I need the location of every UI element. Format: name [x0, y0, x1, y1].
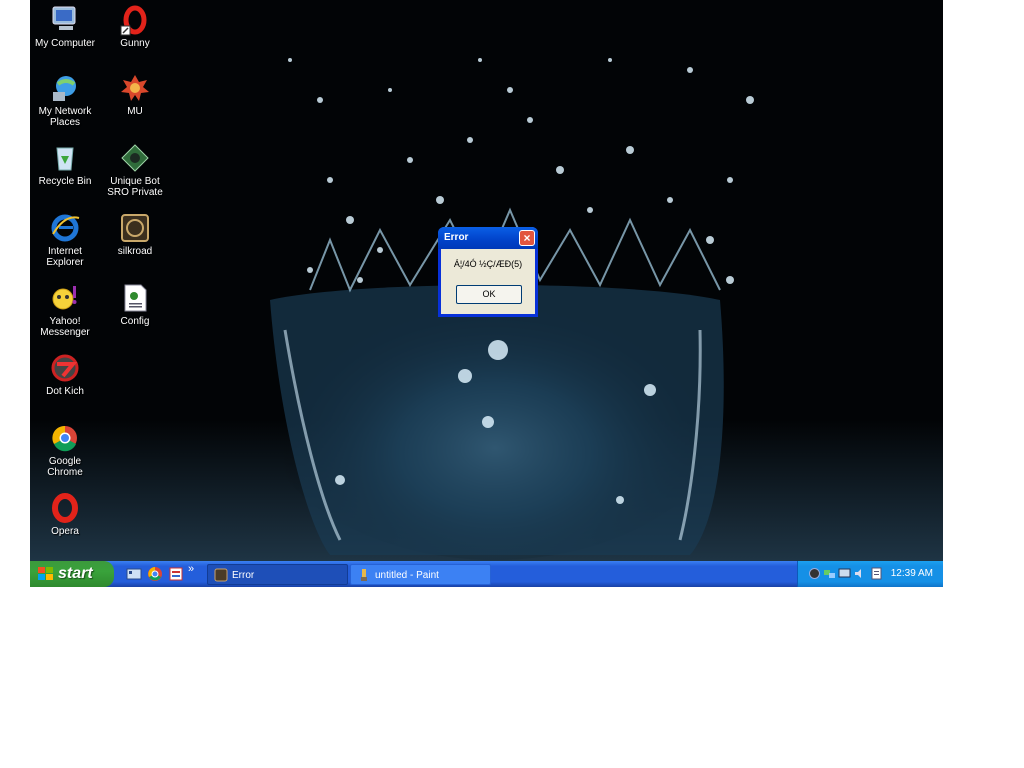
desktop-icon-label: Internet Explorer: [46, 246, 84, 268]
document-icon[interactable]: [870, 567, 883, 580]
desktop-icon-unique-bot[interactable]: Unique Bot SRO Private: [100, 142, 170, 198]
error-app-icon: [214, 568, 228, 582]
desktop-icon-opera[interactable]: Opera: [30, 492, 100, 537]
yahoo-messenger-icon: [49, 282, 81, 314]
desktop-icon-config[interactable]: Config: [100, 282, 170, 327]
desktop-icon-internet-explorer[interactable]: Internet Explorer: [30, 212, 100, 268]
desktop-screen: My Computer My Network Places Recycle Bi…: [30, 0, 943, 587]
desktop-icon-label: Recycle Bin: [38, 176, 92, 187]
dot-kich-icon: [49, 352, 81, 384]
show-desktop-icon[interactable]: [126, 566, 142, 582]
task-label: Error: [232, 570, 255, 581]
recycle-bin-icon: [49, 142, 81, 174]
speaker-icon[interactable]: [853, 567, 866, 580]
error-dialog: Error × Á¦/4Ó ½Ç/ÆÐ(5) OK: [438, 227, 538, 317]
app-icon[interactable]: [168, 566, 184, 582]
desktop-icon-label: Dot Kich: [46, 386, 84, 397]
opera-icon: [49, 492, 81, 524]
paint-icon: [361, 569, 367, 581]
desktop-icon-dot-kich[interactable]: Dot Kich: [30, 352, 100, 397]
windows-flag-icon: [38, 567, 53, 580]
ok-button[interactable]: OK: [456, 285, 522, 304]
monitor-icon[interactable]: [838, 567, 851, 580]
mu-game-icon: [119, 72, 151, 104]
my-computer-icon: [49, 4, 81, 36]
desktop-icon-google-chrome[interactable]: Google Chrome: [30, 422, 100, 478]
opera-o-icon: [119, 4, 151, 36]
desktop-icon-label: Opera: [51, 526, 79, 537]
desktop-icon-label: Yahoo! Messenger: [40, 316, 90, 338]
desktop-icon-label: My Computer: [34, 38, 95, 49]
desktop-icon-mu[interactable]: MU: [100, 72, 170, 117]
taskbar: start » Error untitled - Paint 12:39 AM: [30, 561, 943, 587]
bot-icon: [119, 142, 151, 174]
desktop-icon-silkroad[interactable]: silkroad: [100, 212, 170, 257]
clock: 12:39 AM: [890, 568, 933, 579]
quick-launch-chevron[interactable]: »: [188, 563, 194, 575]
network-icon[interactable]: [823, 567, 836, 580]
desktop-icon-label: Gunny: [120, 38, 150, 49]
desktop-icon-my-computer[interactable]: My Computer: [30, 4, 100, 49]
config-file-icon: [119, 282, 151, 314]
task-label: untitled - Paint: [375, 570, 439, 581]
dialog-title: Error: [444, 232, 469, 243]
desktop-icon-label: Unique Bot SRO Private: [107, 176, 163, 198]
desktop-icon-recycle-bin[interactable]: Recycle Bin: [30, 142, 100, 187]
dialog-titlebar[interactable]: Error ×: [438, 227, 538, 249]
start-button[interactable]: start: [30, 561, 114, 587]
chrome-icon: [49, 422, 81, 454]
desktop-icon-network-places[interactable]: My Network Places: [30, 72, 100, 128]
task-button-paint[interactable]: untitled - Paint: [350, 564, 491, 585]
desktop-icon-gunny[interactable]: Gunny: [100, 4, 170, 49]
close-icon[interactable]: ×: [519, 230, 535, 246]
desktop-icon-label: MU: [127, 106, 143, 117]
desktop-icon-label: My Network Places: [38, 106, 92, 128]
dialog-message: Á¦/4Ó ½Ç/ÆÐ(5): [453, 259, 523, 269]
desktop-icon-yahoo-messenger[interactable]: Yahoo! Messenger: [30, 282, 100, 338]
start-label: start: [58, 565, 93, 582]
network-places-icon: [49, 72, 81, 104]
internet-explorer-icon: [49, 212, 81, 244]
desktop-icon-label: Config: [120, 316, 150, 327]
system-tray: 12:39 AM: [797, 561, 943, 587]
gear-icon[interactable]: [808, 567, 821, 580]
silkroad-icon: [119, 212, 151, 244]
desktop-icon-label: Google Chrome: [47, 456, 83, 478]
desktop-icon-label: silkroad: [117, 246, 153, 257]
chrome-icon[interactable]: [147, 566, 163, 582]
task-button-error[interactable]: Error: [207, 564, 348, 585]
